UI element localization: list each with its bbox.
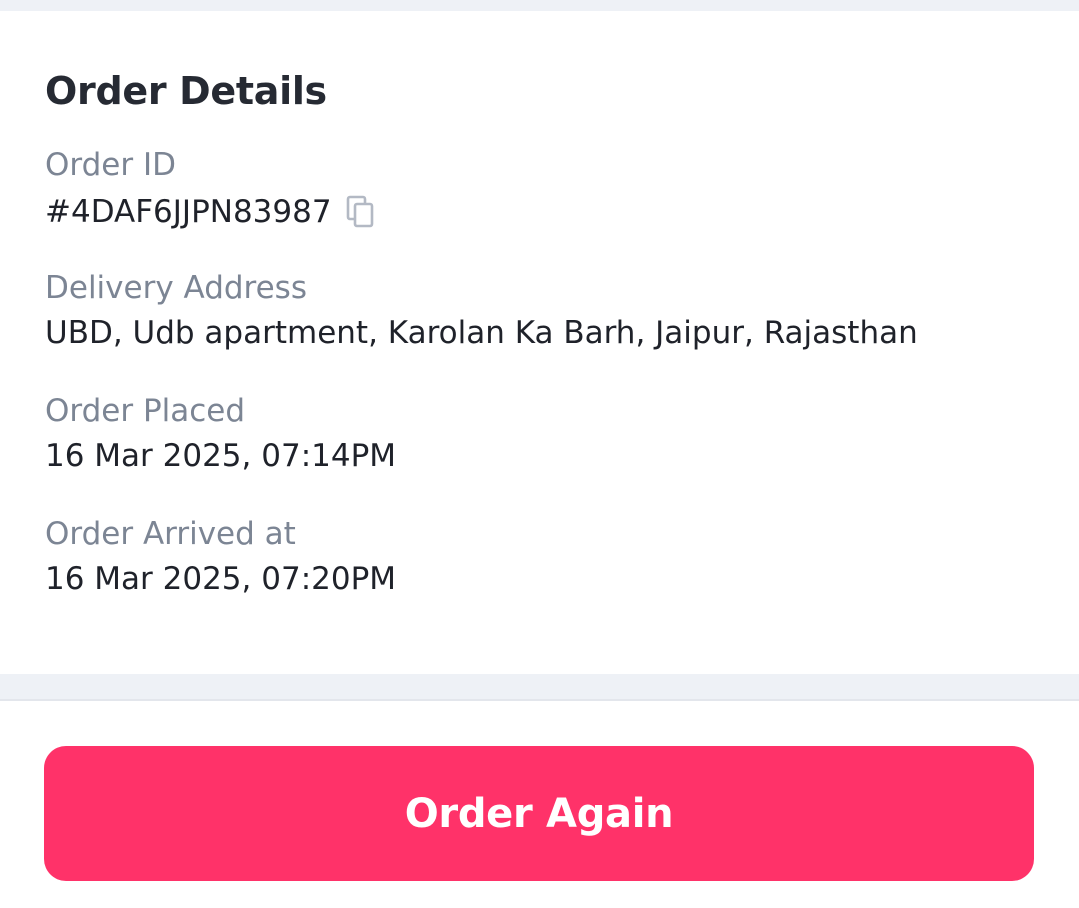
order-details-title: Order Details — [45, 69, 327, 113]
order-id-label: Order ID — [45, 147, 176, 183]
copy-icon[interactable] — [346, 195, 376, 229]
order-id-value: #4DAF6JJPN83987 — [45, 194, 332, 230]
delivery-address-value: UBD, Udb apartment, Karolan Ka Barh, Jai… — [45, 315, 918, 351]
bottom-action-bar: Order Again — [0, 701, 1079, 908]
order-again-button[interactable]: Order Again — [44, 746, 1034, 881]
top-divider-band — [0, 0, 1079, 11]
order-details-card: Order Details Order ID #4DAF6JJPN83987 D… — [0, 11, 1079, 674]
section-divider-band — [0, 674, 1079, 699]
delivery-address-label: Delivery Address — [45, 270, 307, 306]
order-placed-value: 16 Mar 2025, 07:14PM — [45, 438, 397, 474]
order-placed-label: Order Placed — [45, 393, 246, 429]
order-arrived-value: 16 Mar 2025, 07:20PM — [45, 561, 397, 597]
order-id-row: #4DAF6JJPN83987 — [45, 190, 376, 234]
order-arrived-label: Order Arrived at — [45, 516, 296, 552]
